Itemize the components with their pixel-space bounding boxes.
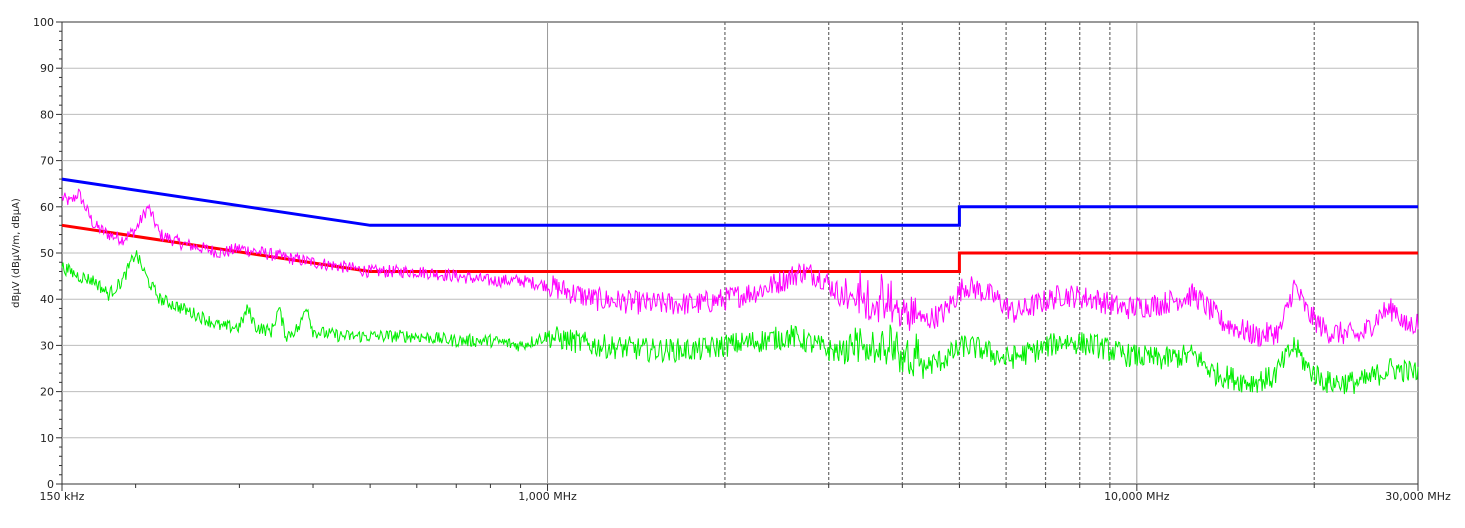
y-tick-label: 70 [40,155,54,168]
y-tick-label: 60 [40,201,54,214]
y-tick-label: 90 [40,62,54,75]
y-tick-label: 50 [40,247,54,260]
x-tick-label: 10,000 MHz [1104,490,1170,503]
y-tick-label: 80 [40,108,54,121]
emission-chart: 0 10 20 30 40 50 60 70 80 90 100 150 kHz 1,000 MHz 10… [0,0,1465,524]
y-tick-label: 40 [40,293,54,306]
y-tick-label: 10 [40,432,54,445]
y-tick-label: 100 [33,16,54,29]
x-tick-label: 30,000 MHz [1385,490,1451,503]
chart-svg: 0102030405060708090100150 kHz 1,000 MHz 10… [11,16,1451,503]
y-tick-label: 30 [40,339,54,352]
x-tick-label: 150 kHz [40,490,85,503]
y-axis-label: dBµV (dBµV/m, dBµA) [11,198,22,308]
x-tick-label: 1,000 MHz [518,490,577,503]
y-tick-label: 20 [40,386,54,399]
